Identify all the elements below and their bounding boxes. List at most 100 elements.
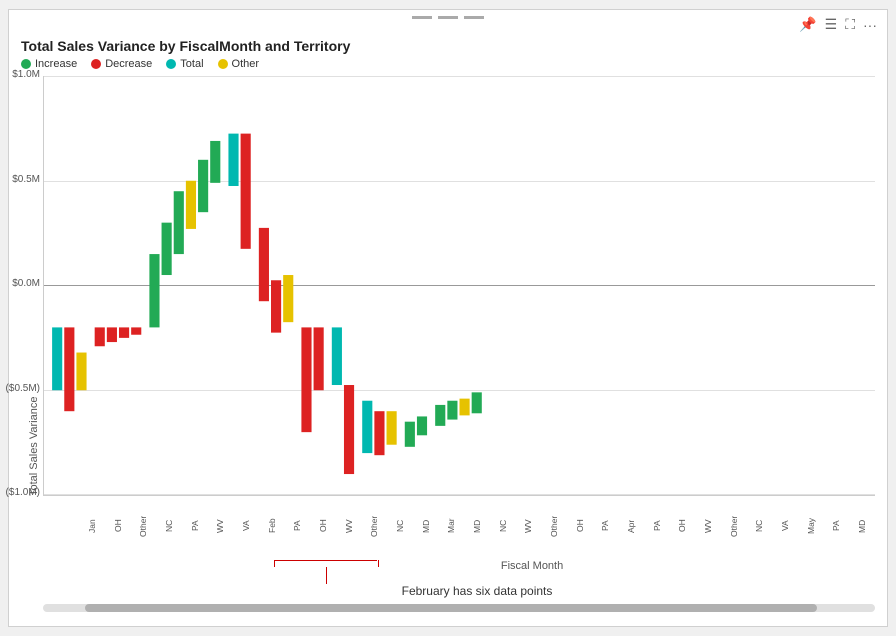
bar-jan-total [52, 327, 62, 390]
x-label-pa1: PA [182, 496, 208, 556]
bar-other-yellow [76, 353, 86, 391]
x-label-wv3: WV [515, 496, 541, 556]
x-label-wv1: WV [207, 496, 233, 556]
x-axis-title-area: Fiscal Month February has six data point… [79, 556, 875, 600]
filter-icon[interactable]: ☰ [825, 16, 838, 33]
bar-apr-total [332, 327, 342, 385]
x-label-oh3: OH [567, 496, 593, 556]
feb-bracket-line [274, 560, 377, 561]
feb-bracket-left [274, 560, 275, 567]
x-label-oh4: OH [669, 496, 695, 556]
bar-feb-nc [198, 160, 208, 212]
x-label-md3: MD [849, 496, 875, 556]
bar-pa-3 [344, 385, 354, 474]
chart-legend: Increase Decrease Total Other [21, 58, 875, 70]
x-label-md1: MD [413, 496, 439, 556]
more-icon[interactable]: ··· [863, 17, 877, 33]
scrollbar-thumb[interactable] [85, 604, 817, 612]
bar-nc-3 [405, 422, 415, 447]
x-label-wv4: WV [695, 496, 721, 556]
x-label-nc2: NC [387, 496, 413, 556]
bar-other-2 [283, 275, 293, 322]
legend-total-label: Total [180, 58, 203, 70]
feb-bracket-area: Fiscal Month [79, 556, 875, 584]
y-label-0M: $0.0M [0, 278, 40, 289]
x-label-pa3: PA [592, 496, 618, 556]
x-label-nc1: NC [156, 496, 182, 556]
bar-wv-2 [271, 280, 281, 332]
bar-may-1 [435, 405, 445, 426]
bar-nc-1 [95, 327, 105, 346]
bar-other-3 [387, 411, 397, 445]
bar-may-md [472, 392, 482, 413]
drag-handle [412, 16, 484, 19]
x-label-apr: Apr [618, 496, 644, 556]
waterfall-svg [44, 76, 875, 495]
bar-va-1 [131, 327, 141, 334]
x-label-jan: Jan [79, 496, 105, 556]
bar-mar-total [228, 134, 238, 186]
horizontal-scrollbar[interactable] [43, 604, 875, 612]
bar-pa-1 [107, 327, 117, 342]
bar-may-2 [447, 401, 457, 420]
x-label-other4: Other [721, 496, 747, 556]
x-label-pa4: PA [644, 496, 670, 556]
x-label-md2: MD [464, 496, 490, 556]
x-axis-title: Fiscal Month [501, 560, 563, 572]
x-label-mar: Mar [438, 496, 464, 556]
chart-area: Total Sales Variance $1.0M $0.5M $0.0M (… [21, 76, 875, 496]
legend-total-dot [166, 59, 176, 69]
x-label-wv2: WV [336, 496, 362, 556]
chart-title: Total Sales Variance by FiscalMonth and … [21, 38, 875, 54]
bar-oh-3 [362, 401, 372, 453]
x-label-nc4: NC [746, 496, 772, 556]
legend-decrease: Decrease [91, 58, 152, 70]
chart-inner: $1.0M $0.5M $0.0M ($0.5M) ($1.0M) [43, 76, 875, 496]
x-axis-labels: Jan OH Other NC PA WV VA Feb PA OH WV Ot… [79, 496, 875, 556]
legend-other-label: Other [232, 58, 260, 70]
bar-nc-2 [259, 228, 269, 301]
bar-feb-wv [174, 191, 184, 254]
bar-mar-md [241, 134, 251, 249]
bar-oh-decrease [64, 327, 74, 411]
bar-may-other [460, 399, 470, 416]
x-label-other3: Other [541, 496, 567, 556]
legend-increase-dot [21, 59, 31, 69]
feb-bracket-right [378, 560, 379, 567]
x-label-other1: Other [130, 496, 156, 556]
bar-feb-oh [162, 223, 172, 275]
x-label-oh1: OH [105, 496, 131, 556]
x-label-other2: Other [361, 496, 387, 556]
bar-feb-pa [149, 254, 159, 327]
bar-feb-other [186, 181, 196, 229]
legend-decrease-label: Decrease [105, 58, 152, 70]
legend-other: Other [218, 58, 260, 70]
x-label-pa2: PA [284, 496, 310, 556]
x-label-may: May [798, 496, 824, 556]
x-label-nc3: NC [490, 496, 516, 556]
y-label-n05M: ($0.5M) [0, 383, 40, 394]
pin-icon[interactable]: 📌 [799, 16, 816, 33]
bar-wv-1 [119, 327, 129, 337]
bar-wv-3 [374, 411, 384, 455]
legend-decrease-dot [91, 59, 101, 69]
x-label-va1: VA [233, 496, 259, 556]
y-label-1M: $1.0M [0, 69, 40, 80]
legend-increase-label: Increase [35, 58, 77, 70]
bar-feb-md [210, 141, 220, 183]
y-label-05M: $0.5M [0, 174, 40, 185]
feb-annotation-text: February has six data points [79, 584, 875, 600]
expand-icon[interactable]: ⛶ [845, 16, 855, 33]
chart-card: 📌 ☰ ⛶ ··· Total Sales Variance by Fiscal… [8, 9, 888, 627]
x-label-feb: Feb [259, 496, 285, 556]
legend-total: Total [166, 58, 203, 70]
feb-annotation-line [326, 567, 327, 584]
top-icon-bar: 📌 ☰ ⛶ ··· [799, 16, 877, 33]
legend-other-dot [218, 59, 228, 69]
x-label-pa5: PA [823, 496, 849, 556]
bar-oh-2 [301, 327, 311, 432]
x-label-va2: VA [772, 496, 798, 556]
x-label-oh2: OH [310, 496, 336, 556]
y-label-n1M: ($1.0M) [0, 487, 40, 498]
bar-va-2 [417, 416, 427, 435]
